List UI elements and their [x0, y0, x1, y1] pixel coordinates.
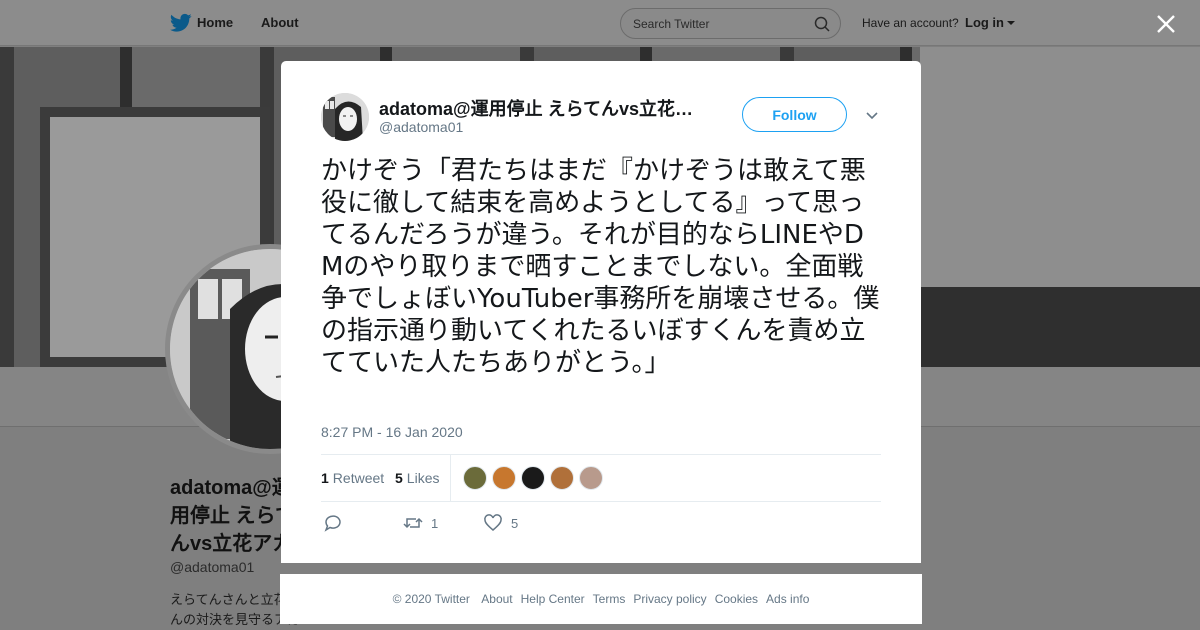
banner-shadow [920, 287, 1200, 367]
footer-link[interactable]: Ads info [766, 592, 809, 606]
liker-avatar[interactable] [492, 466, 516, 490]
footer-links: © 2020 Twitter About Help Center Terms Priv… [280, 592, 922, 606]
follow-button[interactable]: Follow [742, 97, 847, 132]
liker-avatar[interactable] [521, 466, 545, 490]
tweet-modal: adatoma@運用停止 えらてんvs立花… @adatoma01 Follow… [281, 61, 921, 563]
login-link[interactable]: Log in [965, 15, 1004, 30]
tweet-text: かけぞう「君たちはまだ『かけぞうは敢えて悪役に徹して結束を高めようとしてる』って… [321, 156, 880, 378]
twitter-bird-icon[interactable] [170, 13, 192, 33]
chevron-down-icon[interactable] [865, 109, 879, 123]
likes-stat[interactable]: 5 Likes [395, 470, 439, 486]
liker-avatar[interactable] [550, 466, 574, 490]
close-icon[interactable] [1154, 12, 1178, 36]
tweet-actions: 1 5 [321, 513, 881, 537]
footer-link[interactable]: Terms [593, 592, 626, 606]
tweet-timestamp[interactable]: 8:27 PM - 16 Jan 2020 [321, 424, 463, 440]
likes-label: Likes [406, 470, 440, 486]
nav-about-link[interactable]: About [261, 15, 299, 30]
retweet-count: 1 [321, 470, 329, 486]
search-input[interactable] [633, 15, 803, 33]
author-screen-name[interactable]: @adatoma01 [379, 119, 463, 135]
footer-link[interactable]: Cookies [715, 592, 758, 606]
have-account-text: Have an account? [862, 16, 959, 30]
stats-divider [450, 455, 451, 501]
author-avatar[interactable] [321, 93, 369, 141]
modal-footer: © 2020 Twitter About Help Center Terms Priv… [280, 574, 922, 624]
footer-link[interactable]: Privacy policy [633, 592, 706, 606]
like-action-count: 5 [511, 516, 519, 531]
retweet-label: Retweet [332, 470, 385, 486]
footer-copyright: © 2020 Twitter [392, 592, 470, 606]
nav-home-link[interactable]: Home [197, 15, 233, 30]
retweet-icon[interactable] [403, 513, 423, 533]
author-display-name[interactable]: adatoma@運用停止 えらてんvs立花… [379, 95, 709, 121]
reply-icon[interactable] [323, 513, 343, 533]
heart-icon[interactable] [483, 513, 503, 533]
footer-link[interactable]: Help Center [521, 592, 585, 606]
footer-link[interactable]: About [481, 592, 512, 606]
liker-avatar[interactable] [463, 466, 487, 490]
profile-handle: @adatoma01 [170, 559, 255, 575]
likes-count: 5 [395, 470, 403, 486]
top-navigation-bar: Home About Have an account? Log in [0, 0, 1200, 46]
liker-avatar[interactable] [579, 466, 603, 490]
search-box[interactable] [620, 8, 841, 39]
retweet-action-count: 1 [431, 516, 439, 531]
retweet-stat[interactable]: 1 Retweet [321, 470, 384, 486]
tweet-stats: 1 Retweet 5 Likes [321, 454, 881, 502]
search-icon[interactable] [814, 16, 830, 32]
login-caret-icon[interactable] [1007, 21, 1015, 25]
